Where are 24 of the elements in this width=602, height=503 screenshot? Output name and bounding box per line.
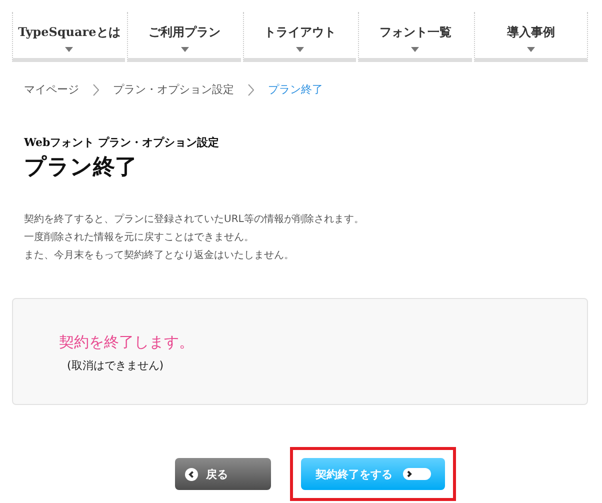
nav-tab[interactable]: トライアウト: [242, 12, 356, 62]
chevron-right-icon: [248, 84, 254, 96]
page-title: プラン終了: [24, 153, 138, 182]
nav-tab[interactable]: ご利用プラン: [127, 12, 241, 62]
breadcrumb-item[interactable]: プラン終了: [268, 82, 323, 97]
caret-icon: [526, 47, 535, 52]
caret-icon: [65, 47, 74, 52]
back-button[interactable]: 戻る: [175, 458, 271, 490]
page-subtitle: Webフォント プラン・オプション設定: [24, 135, 220, 150]
nav-tab[interactable]: フォント一覧: [358, 12, 472, 62]
caret-icon: [180, 47, 189, 52]
caret-icon: [296, 47, 304, 52]
breadcrumb-item[interactable]: マイページ: [24, 82, 79, 97]
notice-text: 一度削除された情報を元に戻すことはできません。: [24, 230, 255, 244]
chevron-right-icon: [93, 84, 99, 96]
nav-tab[interactable]: TypeSquareとは: [12, 12, 126, 62]
chevron-left-icon: [185, 468, 198, 480]
notice-text: 契約を終了すると、プランに登録されていたURL等の情報が削除されます。: [24, 212, 365, 226]
chevron-right-icon: [402, 468, 430, 480]
notice-text: また、今月末をもって契約終了となり返金はいたしません。: [24, 248, 295, 262]
confirm-message: 契約を終了します。: [59, 333, 195, 352]
confirm-note: (取消はできません): [67, 358, 165, 373]
caret-icon: [411, 47, 420, 52]
breadcrumb-item[interactable]: プラン・オプション設定: [113, 82, 234, 97]
